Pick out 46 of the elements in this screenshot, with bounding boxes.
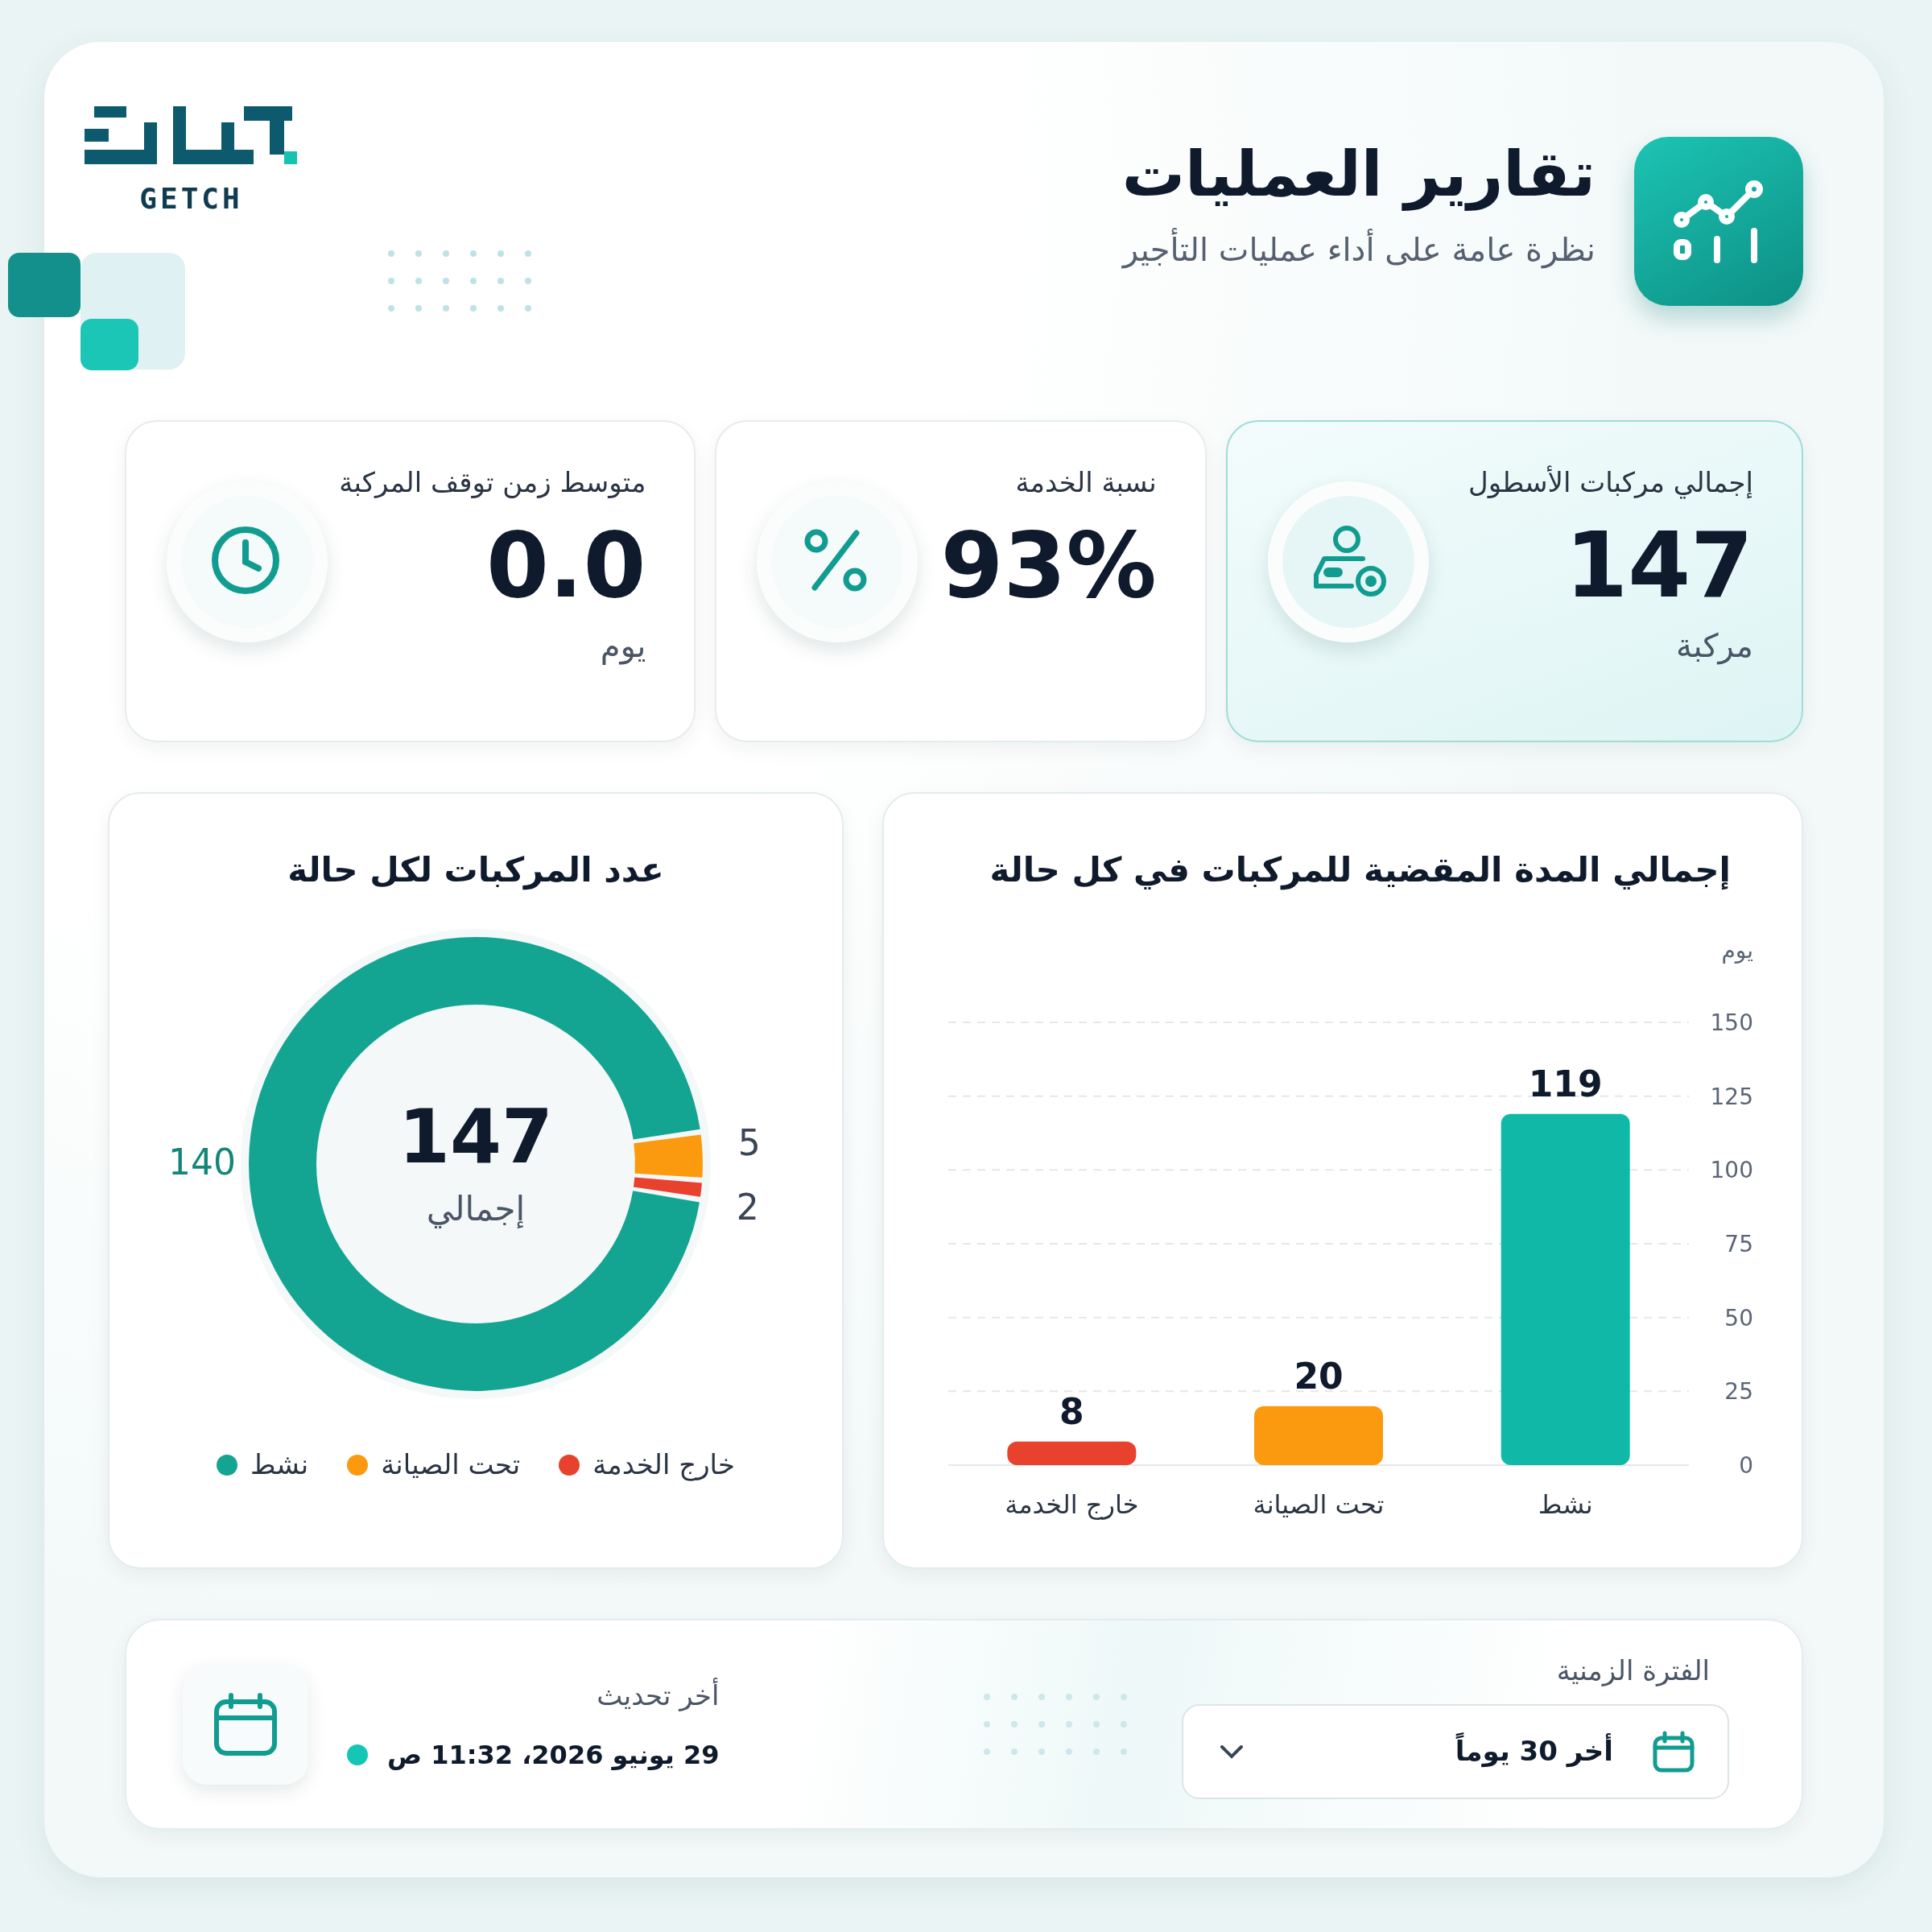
legend-label: نشط (250, 1447, 309, 1482)
report-icon (1634, 137, 1803, 306)
donut-value-label: 2 (736, 1187, 759, 1228)
stat-value: 93% (940, 516, 1157, 616)
bar-value-label: 119 (1528, 1063, 1603, 1104)
category-label: نشط (1538, 1489, 1593, 1520)
axis-tick-label: 100 (1710, 1157, 1753, 1184)
last-update-label: أخر تحديث (596, 1677, 720, 1713)
donut-value-label: 140 (168, 1141, 236, 1183)
stat-unit: يوم (600, 626, 646, 667)
donut-total-value: 147 (398, 1094, 553, 1180)
category-label: تحت الصيانة (1253, 1489, 1385, 1520)
legend-dot (347, 1454, 369, 1476)
donut-total-label: إجمالي (426, 1189, 526, 1228)
axis-tick-label: 0 (1739, 1452, 1753, 1479)
legend-label: خارج الخدمة (592, 1447, 735, 1483)
stat-unit: مركبة (1675, 626, 1753, 667)
period-label: الفترة الزمنية (1555, 1653, 1711, 1688)
axis-unit-label: يوم (1721, 937, 1753, 964)
stat-label: إجمالي مركبات الأسطول (1468, 464, 1753, 501)
axis-tick-label: 25 (1724, 1378, 1753, 1406)
page-title: تقارير العمليات (1121, 137, 1596, 213)
stat-value: 147 (1564, 516, 1753, 616)
calendar-icon (212, 1690, 279, 1758)
stat-label: نسبة الخدمة (1014, 465, 1157, 500)
bar-value-label: 8 (1059, 1390, 1084, 1432)
brand-name: GETCH (139, 181, 243, 217)
last-update-time: 29 يونيو 2026، 11:32 ص (387, 1738, 720, 1772)
stat-value: 0.0 (485, 516, 646, 616)
axis-tick-label: 150 (1710, 1009, 1753, 1036)
axis-tick-label: 50 (1724, 1304, 1753, 1331)
calendar-icon (1652, 1729, 1695, 1773)
legend-label: تحت الصيانة (381, 1447, 521, 1482)
stat-label: متوسط زمن توقف المركبة (339, 465, 646, 500)
legend-dot (217, 1454, 238, 1476)
chart-title: عدد المركبات لكل حالة (287, 849, 665, 892)
axis-tick-label: 125 (1710, 1083, 1753, 1110)
status-dot (347, 1744, 368, 1765)
category-label: خارج الخدمة (1005, 1489, 1139, 1520)
bar-value-label: 20 (1294, 1355, 1344, 1397)
donut-value-label: 5 (737, 1122, 761, 1164)
period-dropdown[interactable]: أخر 30 يوماً (1182, 1703, 1729, 1799)
chart-title: إجمالي المدة المقضية للمركبات في كل حالة (989, 849, 1732, 892)
axis-tick-label: 75 (1724, 1231, 1753, 1257)
page-subtitle: نظرة عامة على أداء عمليات التأجير (1121, 225, 1596, 274)
legend-dot (559, 1454, 580, 1476)
